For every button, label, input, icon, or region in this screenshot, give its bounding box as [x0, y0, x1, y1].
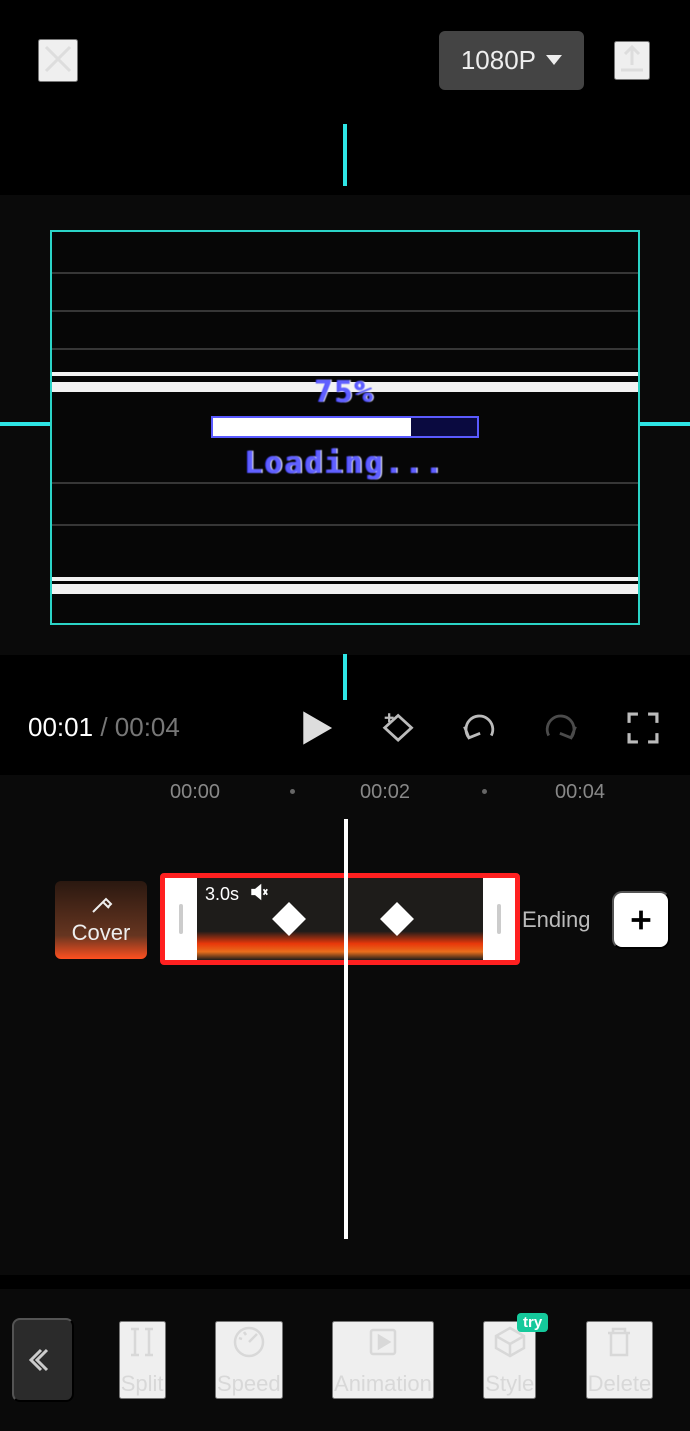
- alignment-guide-top: [343, 124, 347, 186]
- add-keyframe-button[interactable]: [378, 709, 416, 747]
- bottom-toolbar: Split Speed Animation try Style Delete: [0, 1289, 690, 1431]
- time-display: 00:01 / 00:04: [28, 712, 180, 743]
- time-separator: /: [100, 712, 107, 742]
- progress-percent: 75%: [205, 375, 485, 410]
- cover-label: Cover: [72, 920, 131, 946]
- ruler-mark: 00:04: [555, 781, 605, 804]
- tool-style[interactable]: try Style: [483, 1321, 536, 1399]
- alignment-guide-bottom: [343, 654, 347, 700]
- export-button[interactable]: [614, 41, 650, 80]
- clip-body[interactable]: 3.0s: [197, 878, 483, 960]
- cover-button[interactable]: Cover: [55, 881, 147, 959]
- loading-text: Loading...: [205, 446, 485, 481]
- ruler-dot: [290, 789, 295, 794]
- playhead[interactable]: [344, 819, 348, 1239]
- timeline-ruler: 00:00 00:02 00:04: [0, 775, 690, 815]
- preview-canvas[interactable]: 75% Loading...: [50, 230, 640, 625]
- current-time: 00:01: [28, 712, 93, 742]
- preview-content: 75% Loading...: [205, 375, 485, 481]
- redo-button[interactable]: [542, 709, 580, 747]
- ruler-mark: 00:00: [170, 781, 220, 804]
- ending-label: Ending: [522, 907, 591, 933]
- resolution-dropdown[interactable]: 1080P: [439, 31, 584, 90]
- close-button[interactable]: [38, 39, 78, 82]
- clip-handle-right[interactable]: [483, 878, 515, 960]
- tool-label: Delete: [588, 1371, 652, 1397]
- chevron-down-icon: [546, 55, 562, 65]
- alignment-guide-right: [640, 422, 690, 426]
- timeline[interactable]: 00:00 00:02 00:04 Cover 3.0s: [0, 775, 690, 1275]
- keyframe-marker[interactable]: [380, 902, 414, 936]
- ruler-dot: [482, 789, 487, 794]
- ruler-mark: 00:02: [360, 781, 410, 804]
- clip-duration: 3.0s: [205, 884, 239, 905]
- tool-label: Split: [121, 1371, 164, 1397]
- tool-label: Animation: [334, 1371, 432, 1397]
- tool-label: Style: [485, 1371, 534, 1397]
- mute-icon: [249, 882, 269, 907]
- play-button[interactable]: [296, 709, 334, 747]
- video-clip[interactable]: 3.0s: [160, 873, 520, 965]
- total-time: 00:04: [115, 712, 180, 742]
- tool-split[interactable]: Split: [119, 1321, 166, 1399]
- undo-button[interactable]: [460, 709, 498, 747]
- tool-delete[interactable]: Delete: [586, 1321, 654, 1399]
- tool-animation[interactable]: Animation: [332, 1321, 434, 1399]
- collapse-toolbar-button[interactable]: [12, 1318, 74, 1402]
- top-bar: 1080P: [0, 0, 690, 120]
- alignment-guide-left: [0, 422, 50, 426]
- clip-handle-left[interactable]: [165, 878, 197, 960]
- keyframe-marker[interactable]: [272, 902, 306, 936]
- fullscreen-button[interactable]: [624, 709, 662, 747]
- tool-speed[interactable]: Speed: [215, 1321, 283, 1399]
- tool-label: Speed: [217, 1371, 281, 1397]
- preview-area: 75% Loading...: [0, 120, 690, 680]
- try-badge: try: [517, 1313, 548, 1332]
- progress-bar: [211, 416, 479, 438]
- resolution-label: 1080P: [461, 45, 536, 76]
- add-clip-button[interactable]: [612, 891, 670, 949]
